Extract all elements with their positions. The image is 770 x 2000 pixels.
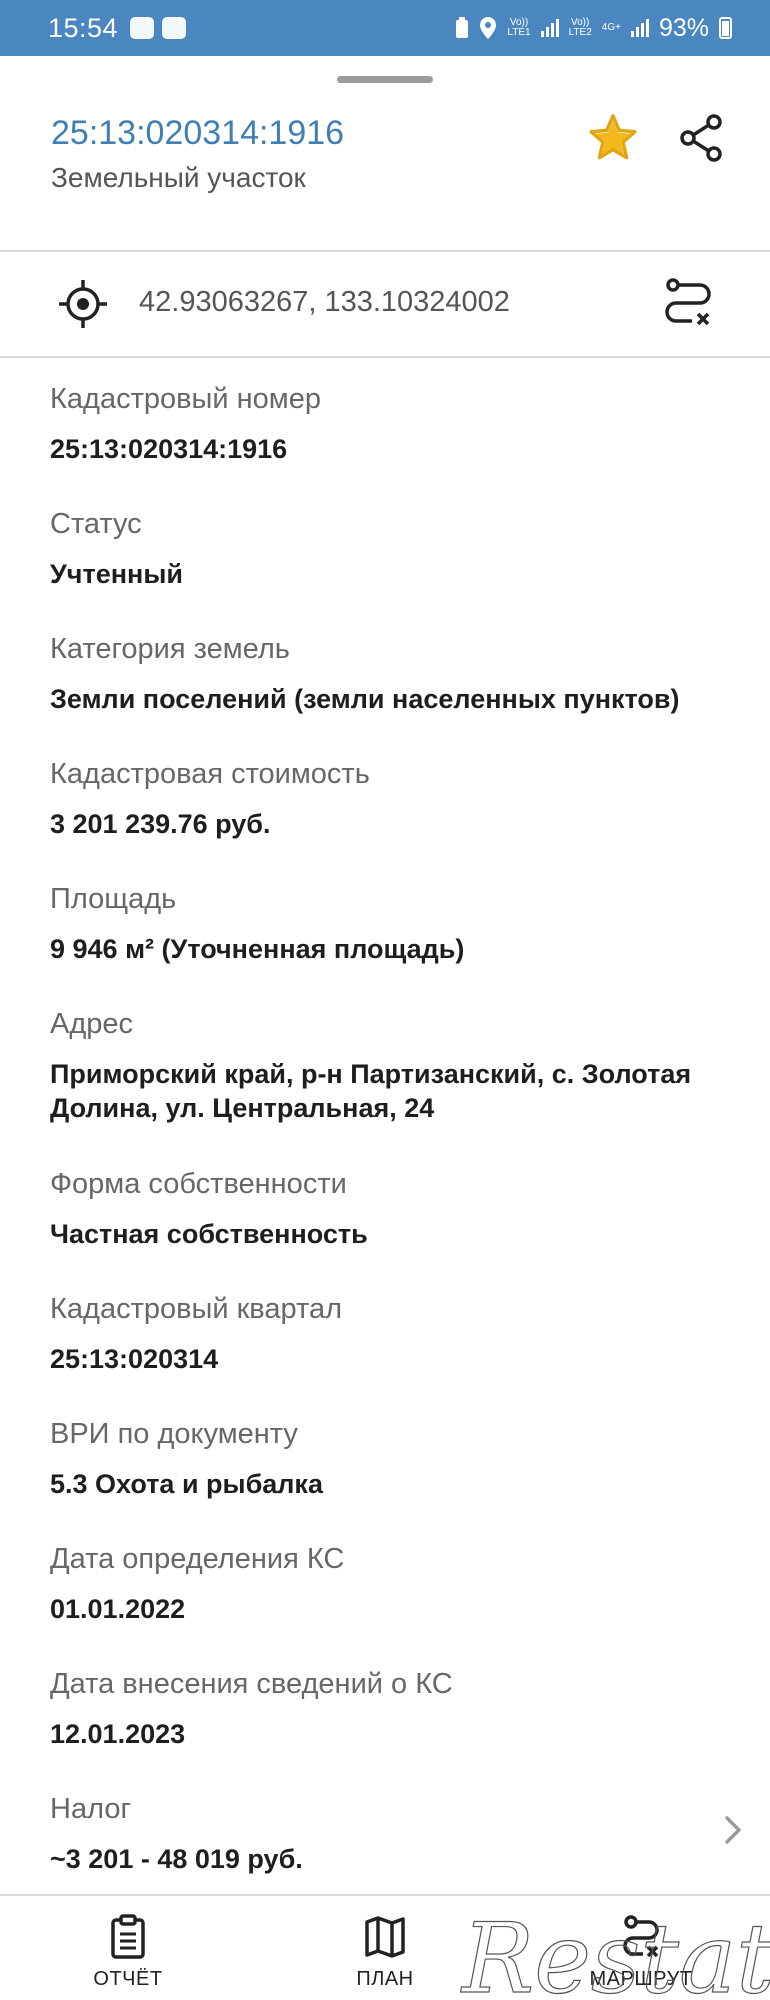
- coordinates-text[interactable]: 42.93063267, 133.10324002: [139, 286, 510, 319]
- field-label: Кадастровый номер: [50, 383, 321, 415]
- field-cadastral-value: Кадастровая стоимость 3 201 239.76 руб.: [50, 757, 740, 882]
- clipboard-icon: [111, 1914, 145, 1959]
- field-value: Учтенный: [50, 559, 183, 589]
- page-title: 25:13:020314:1916: [51, 114, 345, 152]
- battery-icon: [719, 17, 732, 39]
- object-type: Земельный участок: [51, 162, 306, 193]
- battery-percent: 93%: [658, 13, 709, 42]
- field-area: Площадь 9 946 м² (Уточненная площадь): [50, 882, 740, 1007]
- nav-plan-label: ПЛАН: [356, 1968, 414, 1990]
- field-value: ~3 201 - 48 019 руб.: [50, 1844, 303, 1874]
- signal2-icon: [630, 19, 649, 37]
- field-land-category: Категория земель Земли поселений (земли …: [50, 632, 740, 757]
- coordinates-row[interactable]: 42.93063267, 133.10324002: [0, 252, 770, 354]
- field-value: 5.3 Охота и рыбалка: [50, 1469, 323, 1499]
- status-time: 15:54: [48, 12, 119, 43]
- volte2-indicator: Vo)) LTE2: [568, 17, 592, 38]
- field-valuation-date: Дата определения КС 01.01.2022: [50, 1542, 740, 1667]
- nav-plan-button[interactable]: ПЛАН: [310, 1914, 460, 1991]
- field-value: 12.01.2023: [50, 1719, 186, 1749]
- field-status: Статус Учтенный: [50, 507, 740, 632]
- field-value: 9 946 м² (Уточненная площадь): [50, 934, 465, 964]
- nav-report-label: ОТЧЁТ: [93, 1968, 163, 1990]
- field-address: Адрес Приморский край, р-н Партизанский,…: [50, 1007, 740, 1167]
- share-icon[interactable]: [673, 110, 729, 166]
- field-label: Площадь: [50, 883, 177, 915]
- chevron-right-icon[interactable]: [718, 1810, 748, 1850]
- field-label: Кадастровая стоимость: [50, 758, 370, 790]
- nav-route-button[interactable]: МАРШРУТ: [566, 1914, 716, 1991]
- field-label: ВРИ по документу: [50, 1418, 298, 1450]
- status-bar: 15:54 Vo)) LTE1 Vo)) LTE2 4G+ 93%: [0, 0, 770, 56]
- sheet-header: 25:13:020314:1916 Земельный участок: [0, 96, 770, 248]
- field-value: Земли поселений (земли населенных пункто…: [50, 684, 680, 714]
- network-type-badge: 4G+: [601, 22, 621, 33]
- field-permitted-use: ВРИ по документу 5.3 Охота и рыбалка: [50, 1417, 740, 1542]
- field-value: 3 201 239.76 руб.: [50, 809, 271, 839]
- field-tax[interactable]: Налог ~3 201 - 48 019 руб.: [50, 1792, 740, 1902]
- field-ownership-form: Форма собственности Частная собственност…: [50, 1167, 740, 1292]
- field-value: Приморский край, р-н Партизанский, с. Зо…: [50, 1059, 692, 1123]
- attribute-list: Кадастровый номер 25:13:020314:1916 Стат…: [50, 382, 740, 1902]
- divider: [0, 356, 770, 358]
- nav-route-label: МАРШРУТ: [589, 1968, 693, 1990]
- field-label: Дата определения КС: [50, 1543, 345, 1575]
- field-label: Статус: [50, 508, 142, 540]
- map-icon: [365, 1916, 405, 1958]
- bottom-nav: ОТЧЁТ ПЛАН МАРШРУТ: [0, 1894, 770, 2000]
- sheet-drag-handle[interactable]: [337, 76, 433, 83]
- volte1-indicator: Vo)) LTE1: [507, 17, 531, 38]
- field-label: Категория земель: [50, 633, 290, 665]
- route-icon: [623, 1915, 659, 1958]
- route-icon[interactable]: [660, 276, 716, 332]
- battery-saver-icon: [456, 17, 469, 38]
- favorite-star-icon[interactable]: [585, 110, 641, 166]
- field-label: Адрес: [50, 1008, 134, 1040]
- locate-target-icon[interactable]: [55, 276, 111, 332]
- field-value: 25:13:020314: [50, 1344, 219, 1374]
- field-label: Налог: [50, 1793, 132, 1825]
- field-label: Дата внесения сведений о КС: [50, 1668, 453, 1700]
- gallery-icon: [162, 17, 187, 39]
- signal1-icon: [540, 19, 559, 37]
- notification-icon: [130, 17, 155, 39]
- field-valuation-entry-date: Дата внесения сведений о КС 12.01.2023: [50, 1667, 740, 1792]
- field-cadastral-number: Кадастровый номер 25:13:020314:1916: [50, 382, 740, 507]
- field-cadastral-quarter: Кадастровый квартал 25:13:020314: [50, 1292, 740, 1417]
- field-value: 25:13:020314:1916: [50, 434, 288, 464]
- location-icon: [480, 17, 497, 39]
- field-label: Кадастровый квартал: [50, 1293, 343, 1325]
- nav-report-button[interactable]: ОТЧЁТ: [53, 1914, 203, 1991]
- field-value: 01.01.2022: [50, 1594, 186, 1624]
- field-label: Форма собственности: [50, 1168, 347, 1200]
- field-value: Частная собственность: [50, 1219, 368, 1249]
